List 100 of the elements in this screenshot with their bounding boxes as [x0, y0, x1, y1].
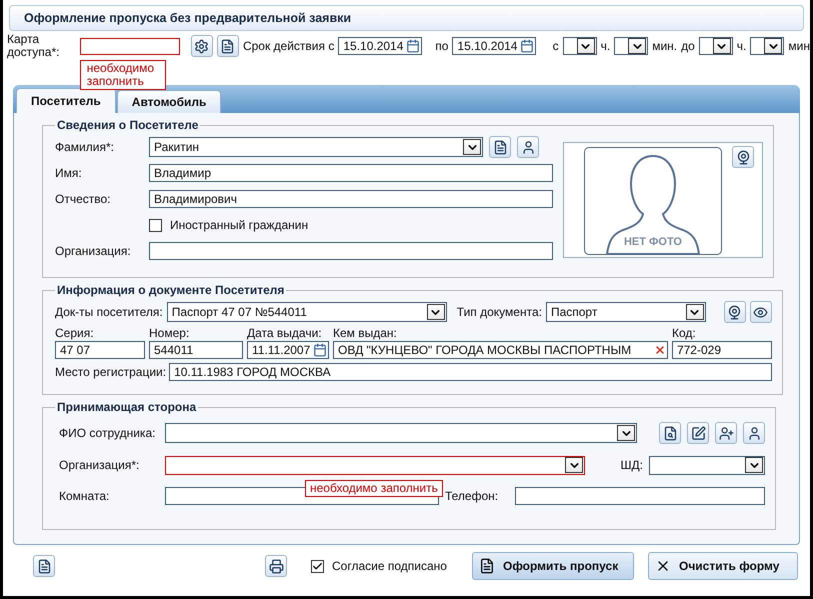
error-tooltip: необходимо заполнить — [305, 480, 443, 496]
document-search-icon — [662, 426, 678, 440]
settings-icon — [194, 38, 210, 54]
person-plus-icon — [718, 426, 734, 440]
edit-icon — [690, 426, 706, 440]
clear-icon[interactable] — [654, 344, 666, 356]
person-button[interactable] — [743, 422, 765, 444]
dropdown-button[interactable] — [426, 304, 445, 320]
field-label: ч. — [736, 39, 746, 53]
field-label: Отчество: — [55, 192, 112, 206]
add-person-button[interactable] — [715, 422, 737, 444]
tab[interactable]: Посетитель — [16, 88, 116, 113]
checkbox[interactable] — [149, 218, 162, 232]
date-field[interactable]: 11.11.2007 — [247, 341, 329, 359]
error-tooltip: необходимо заполнить — [80, 60, 166, 90]
calendar-icon — [406, 39, 420, 53]
document-button[interactable] — [216, 35, 239, 57]
field-label: до — [681, 39, 695, 53]
calendar-icon — [520, 39, 534, 53]
dropdown-button[interactable] — [628, 38, 646, 54]
dropdown-button[interactable] — [617, 425, 635, 441]
card-field[interactable] — [80, 38, 180, 54]
field-label: Карта доступа*: — [7, 33, 60, 59]
date-field[interactable]: 15.10.2014 — [338, 37, 422, 55]
text-field[interactable]: 772-029 — [672, 341, 772, 359]
select-field[interactable] — [750, 37, 784, 55]
dropdown-button[interactable] — [745, 457, 763, 473]
select-field[interactable] — [698, 37, 733, 55]
print-button[interactable] — [265, 555, 287, 577]
person-button[interactable] — [517, 136, 539, 158]
field-label: Срок действия с — [242, 39, 334, 53]
field-label: по — [435, 39, 448, 53]
date-field[interactable]: 15.10.2014 — [452, 37, 536, 55]
select-field[interactable] — [649, 456, 765, 474]
document-icon — [36, 558, 52, 574]
search-document-button[interactable] — [659, 422, 681, 444]
check-icon — [312, 560, 323, 572]
select-field[interactable]: Паспорт 47 07 №544011 — [166, 302, 447, 322]
select-field[interactable] — [165, 423, 637, 443]
webcam-button[interactable] — [732, 146, 754, 168]
settings-button[interactable] — [190, 35, 213, 57]
text-field[interactable]: Владимирович — [149, 190, 553, 208]
text-field[interactable]: 10.11.1983 ГОРОД МОСКВА — [169, 363, 772, 381]
webcam-icon — [736, 150, 750, 164]
view-button[interactable] — [750, 301, 772, 323]
dropdown-button[interactable] — [686, 304, 704, 320]
field-label: с — [552, 39, 559, 53]
field-label: Код: — [672, 326, 697, 340]
document-icon — [479, 558, 495, 574]
field-label: Док-ты посетителя: — [55, 305, 163, 319]
checkbox-label: Согласие подписано — [332, 559, 448, 573]
field-label: Организация: — [55, 244, 132, 258]
select-field[interactable]: Паспорт — [546, 302, 706, 322]
person-icon — [746, 426, 762, 440]
text-field[interactable]: 47 07 — [55, 341, 145, 359]
select-field[interactable]: Ракитин — [149, 137, 483, 157]
text-field[interactable]: ОВД "КУНЦЕВО" ГОРОДА МОСКВЫ ПАСПОРТНЫМ — [333, 341, 668, 359]
dropdown-button[interactable] — [576, 38, 595, 54]
document-button[interactable] — [489, 136, 511, 158]
field-label: Кем выдан: — [333, 326, 398, 340]
text-field[interactable] — [515, 487, 765, 505]
webcam-button[interactable] — [724, 301, 746, 323]
document-icon — [220, 38, 236, 54]
select-field[interactable] — [614, 37, 648, 55]
field-label: Место регистрации: — [55, 365, 166, 379]
dropdown-button[interactable] — [463, 139, 481, 155]
text-field[interactable] — [149, 242, 553, 260]
dropdown-button[interactable] — [712, 38, 731, 54]
field-label: ч. — [600, 39, 610, 53]
dropdown-button[interactable] — [565, 457, 583, 473]
field-label: Тип документа: — [456, 305, 542, 319]
person-icon — [520, 140, 536, 154]
field-label: Комната: — [59, 489, 110, 503]
select-field[interactable] — [165, 456, 585, 474]
edit-button[interactable] — [687, 422, 709, 444]
text-field[interactable]: 544011 — [149, 341, 243, 359]
field-label: ФИО сотрудника: — [59, 426, 156, 440]
document-button[interactable] — [33, 555, 55, 577]
select-field[interactable] — [562, 37, 597, 55]
text-field[interactable]: Владимир — [149, 164, 553, 182]
field-label: Дата выдачи: — [247, 326, 323, 340]
section-title: Сведения о Посетителе — [56, 118, 200, 132]
dropdown-button[interactable] — [764, 38, 782, 54]
checkbox[interactable] — [311, 560, 324, 572]
clear-form-button[interactable]: Очистить форму — [648, 552, 798, 580]
field-label: Организация*: — [59, 458, 140, 472]
printer-icon — [268, 558, 284, 574]
field-label: мин. — [652, 39, 678, 53]
issue-pass-button[interactable]: Оформить пропуск — [472, 552, 634, 580]
section-title: Информация о документе Посетителя — [56, 283, 286, 297]
field-label: Серия: — [55, 326, 95, 340]
field-label: Номер: — [149, 326, 190, 340]
field-label: Телефон: — [445, 489, 500, 503]
photo-caption: НЕТ ФОТО — [622, 236, 683, 248]
webcam-icon — [727, 304, 742, 320]
tab[interactable]: Автомобиль — [116, 90, 222, 113]
field-label: ШД: — [620, 458, 643, 472]
window-title: Оформление пропуска без предварительной заявки — [24, 11, 352, 25]
field-label: Имя: — [55, 166, 83, 180]
field-label: мин — [788, 39, 810, 53]
